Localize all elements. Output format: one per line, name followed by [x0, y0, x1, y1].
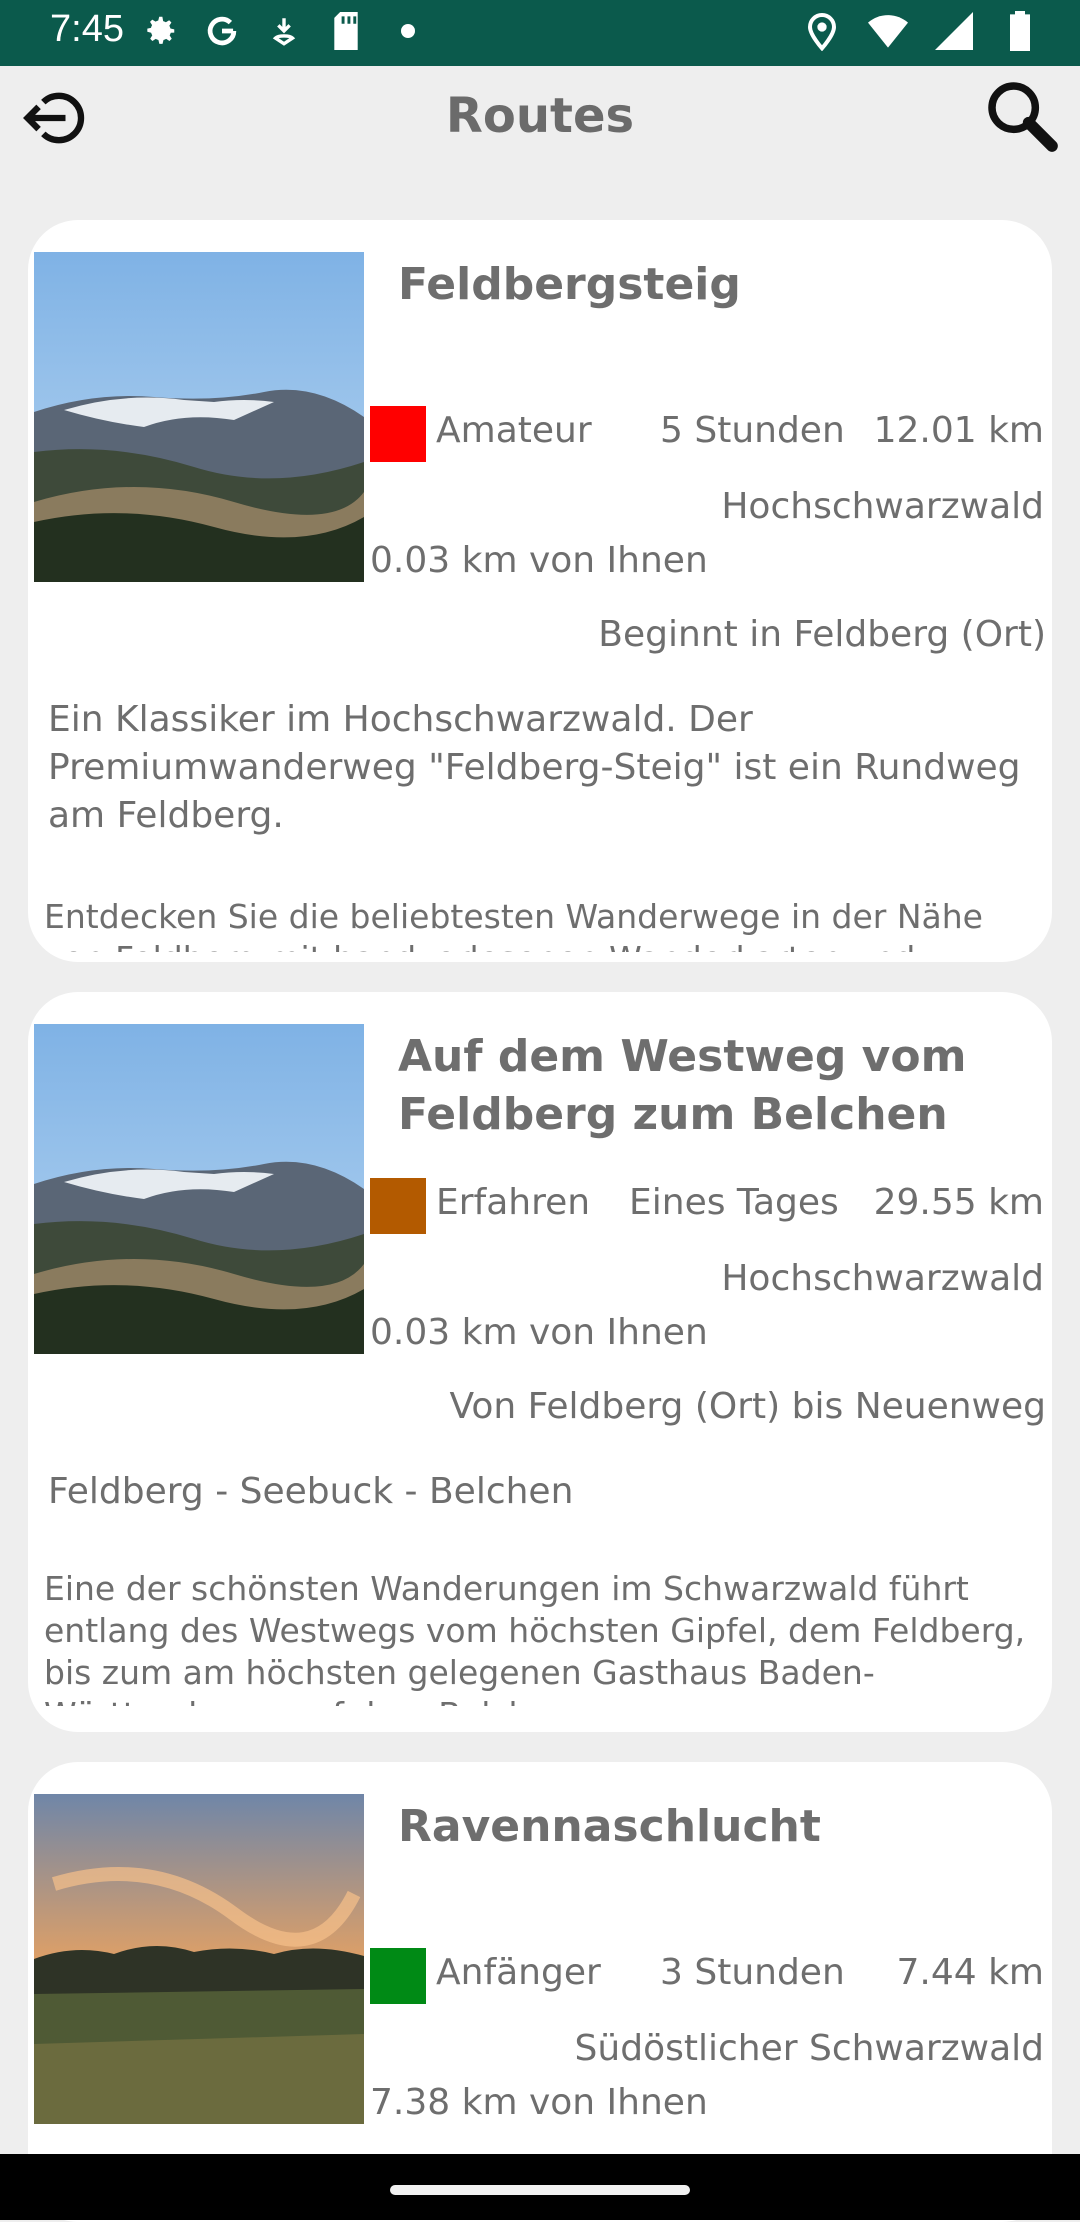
route-image: [34, 252, 364, 582]
dot-icon: [388, 10, 428, 52]
duration: Eines Tages: [629, 1182, 839, 1223]
route-image: [34, 1794, 364, 2124]
start-location: Von Feldberg (Ort) bis Neuenweg: [449, 1386, 1046, 1427]
region: Hochschwarzwald: [721, 486, 1044, 527]
location-icon: [802, 10, 842, 52]
status-bar: 7:45: [0, 0, 1080, 66]
download-icon: [264, 10, 304, 52]
long-description: Entdecken Sie die beliebtesten Wanderweg…: [44, 897, 983, 952]
distance-from-you: 0.03 km von Ihnen: [370, 1312, 708, 1353]
route-card[interactable]: Auf dem Westweg vom Feldberg zum Belchen…: [28, 992, 1052, 1732]
route-card[interactable]: Feldbergsteig Amateur 5 Stunden 12.01 km…: [28, 220, 1052, 962]
short-description: Ein Klassiker im Hochschwarzwald. Der Pr…: [48, 699, 1021, 836]
top-app-bar: Routes: [0, 66, 1080, 178]
duration: 5 Stunden: [660, 410, 845, 451]
page-title: Routes: [445, 88, 635, 144]
route-length: 7.44 km: [896, 1952, 1044, 1993]
route-image: [34, 1024, 364, 1354]
system-navigation-bar: [0, 2154, 1080, 2220]
difficulty-label: Anfänger: [436, 1952, 601, 1993]
route-card[interactable]: Ravennaschlucht Anfänger 3 Stunden 7.44 …: [28, 1762, 1052, 2222]
start-location: Beginnt in Feldberg (Ort): [598, 614, 1046, 655]
duration: 3 Stunden: [660, 1952, 845, 1993]
region: Hochschwarzwald: [721, 1258, 1044, 1299]
search-icon[interactable]: [982, 76, 1062, 156]
long-description: Eine der schönsten Wanderungen im Schwar…: [44, 1569, 1026, 1706]
home-gesture-handle[interactable]: [390, 2185, 690, 2195]
difficulty-label: Erfahren: [436, 1182, 591, 1223]
route-title: Feldbergsteig: [398, 259, 741, 310]
status-time: 7:45: [50, 8, 124, 50]
distance-from-you: 0.03 km von Ihnen: [370, 540, 708, 581]
route-title: Ravennaschlucht: [398, 1801, 821, 1852]
difficulty-label: Amateur: [436, 410, 592, 451]
battery-icon: [1000, 10, 1040, 52]
sd-card-icon: [326, 10, 366, 52]
signal-icon: [934, 10, 974, 52]
gear-icon: [140, 10, 180, 52]
route-length: 29.55 km: [873, 1182, 1044, 1223]
difficulty-indicator: [370, 1178, 426, 1234]
route-title: Auf dem Westweg vom Feldberg zum Belchen: [398, 1031, 967, 1140]
difficulty-indicator: [370, 406, 426, 462]
short-description: Feldberg - Seebuck - Belchen: [48, 1471, 574, 1512]
region: Südöstlicher Schwarzwald: [574, 2028, 1044, 2069]
distance-from-you: 7.38 km von Ihnen: [370, 2082, 708, 2123]
google-icon: [202, 10, 242, 52]
difficulty-indicator: [370, 1948, 426, 2004]
wifi-icon: [868, 10, 908, 52]
route-length: 12.01 km: [873, 410, 1044, 451]
